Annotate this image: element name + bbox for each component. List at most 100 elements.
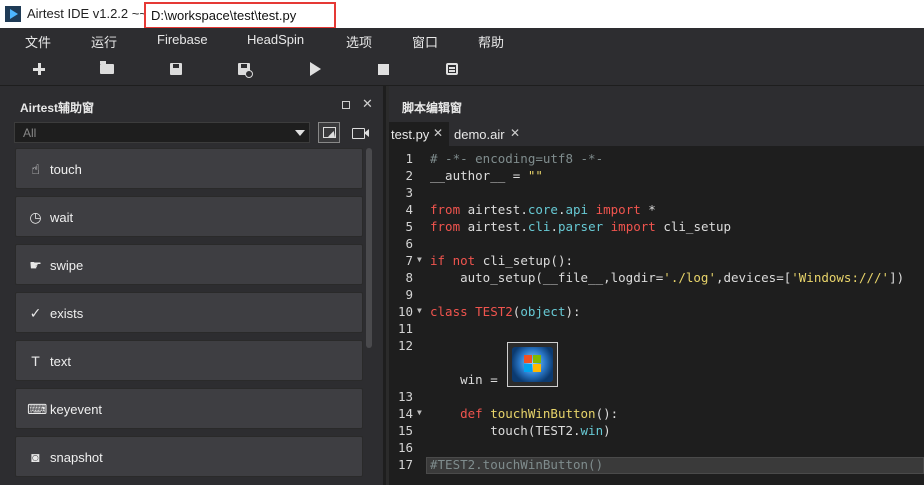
new-file-button[interactable] [28,59,50,79]
code-line-4: from airtest.core.api import * [430,202,656,217]
code-token: . [550,219,558,234]
api-button-exists[interactable]: ✓ exists [15,292,363,333]
code-keyword: import [588,202,649,217]
code-line-8: auto_setup(__file__,logdir='./log',devic… [430,270,904,285]
code-token: airtest [467,202,521,217]
api-button-label: keyevent [50,402,103,417]
api-button-keyevent[interactable]: ⌨ keyevent [15,388,363,429]
image-template-thumbnail[interactable] [507,342,558,387]
windows-logo-icon [524,355,542,373]
line-number: 7 [405,253,413,268]
float-panel-icon[interactable] [342,101,350,109]
line-number: 9 [405,287,413,302]
api-button-swipe[interactable]: ☛ swipe [15,244,363,285]
text-icon: T [31,353,40,369]
play-icon [309,62,321,76]
menu-firebase[interactable]: Firebase [157,32,208,47]
line-number: 2 [405,168,413,183]
line-number: 13 [397,389,413,404]
editor-header: 脚本编辑窗 [389,86,924,122]
close-icon[interactable]: ✕ [433,126,443,140]
code-token: ]) [889,270,905,285]
tab-demo-air[interactable]: demo.air ✕ [453,122,529,146]
tab-test-py[interactable]: test.py ✕ [389,122,449,146]
run-button[interactable] [304,59,326,79]
panel-header: Airtest辅助窗 ✕ [0,86,383,122]
toolbar [0,53,924,86]
code-token: * [648,202,656,217]
code-keyword: def [430,406,491,421]
fold-arrow-icon[interactable]: ▼ [417,306,422,315]
line-number: 1 [405,151,413,166]
save-as-icon [238,63,253,78]
api-button-snapshot[interactable]: ◙ snapshot [15,436,363,477]
close-icon[interactable]: ✕ [510,126,520,140]
folder-icon [100,61,114,74]
code-editor[interactable]: 1 2 3 4 5 6 7 8 9 10 11 12 13 14 15 16 1… [389,148,924,485]
api-filter-select[interactable]: All [14,122,310,143]
fold-arrow-icon[interactable]: ▼ [417,255,422,264]
airtest-logo-icon [5,6,21,22]
menu-window[interactable]: 窗口 [412,32,438,51]
menu-file[interactable]: 文件 [25,32,51,51]
line-number: 3 [405,185,413,200]
camera-icon: ◙ [31,449,40,465]
api-button-touch[interactable]: ☝ touch [15,148,363,189]
code-token: cli [527,219,551,234]
open-folder-button[interactable] [96,59,118,79]
code-comment: # -*- encoding=utf8 -*- [430,151,604,166]
code-keyword: from [430,202,468,217]
menu-run[interactable]: 运行 [91,32,117,51]
chevron-down-icon [295,130,305,136]
code-line-13: win = [430,372,505,387]
save-button[interactable] [165,59,187,79]
code-line-2: __author__ = "" [430,168,543,183]
touch-icon: ☝ [31,161,40,177]
code-token: ) [603,423,611,438]
menu-help[interactable]: 帮助 [478,32,504,51]
save-as-button[interactable] [233,59,255,79]
stop-button[interactable] [372,59,394,79]
code-line-1: # -*- encoding=utf8 -*- [430,151,603,166]
record-button[interactable] [348,122,372,143]
editor-tabs: test.py ✕ demo.air ✕ [389,122,924,146]
code-keyword: from [430,219,468,234]
code-token: . [520,219,528,234]
screen-select-button[interactable] [318,122,340,143]
api-button-wait[interactable]: ◷ wait [15,196,363,237]
code-builtin: object [520,304,566,319]
file-path-title: D:\workspace\test\test.py [144,2,336,29]
log-icon [446,63,458,75]
log-button[interactable] [441,59,463,79]
api-button-text[interactable]: T text [15,340,363,381]
save-icon [170,63,182,75]
line-number: 5 [405,219,413,234]
check-circle-icon: ✓ [29,305,42,321]
script-editor-panel: 脚本编辑窗 test.py ✕ demo.air ✕ 1 2 3 4 5 6 7… [389,86,924,485]
code-token: touch(TEST2. [430,423,581,438]
editor-title: 脚本编辑窗 [402,101,463,115]
code-string: "" [527,168,543,183]
line-number: 15 [397,423,413,438]
stop-icon [377,63,389,75]
windows-start-button-image [512,347,553,382]
menu-headspin[interactable]: HeadSpin [247,32,304,47]
code-line-5: from airtest.cli.parser import cli_setup [430,219,731,234]
fold-arrow-icon[interactable]: ▼ [417,408,422,417]
line-number: 11 [397,321,413,336]
line-number: 8 [405,270,413,285]
code-token: auto_setup(__file__,logdir= [430,270,664,285]
code-line-14: def touchWinButton(): [430,406,618,421]
code-string: './log' [663,270,716,285]
close-panel-icon[interactable]: ✕ [362,96,373,112]
tab-label: demo.air [454,127,505,142]
menu-options[interactable]: 选项 [346,32,372,51]
menu-bar: 文件 运行 Firebase HeadSpin 选项 窗口 帮助 [0,28,924,53]
api-button-label: exists [50,306,84,321]
code-comment: #TEST2.touchWinButton() [430,457,604,472]
panel-scrollbar[interactable] [366,148,372,348]
airtest-assistant-panel: Airtest辅助窗 ✕ All ☝ touch ◷ wait ☛ swipe … [0,86,386,485]
code-token: win [580,423,604,438]
line-number: 17 [397,457,413,472]
code-token: core [527,202,558,217]
